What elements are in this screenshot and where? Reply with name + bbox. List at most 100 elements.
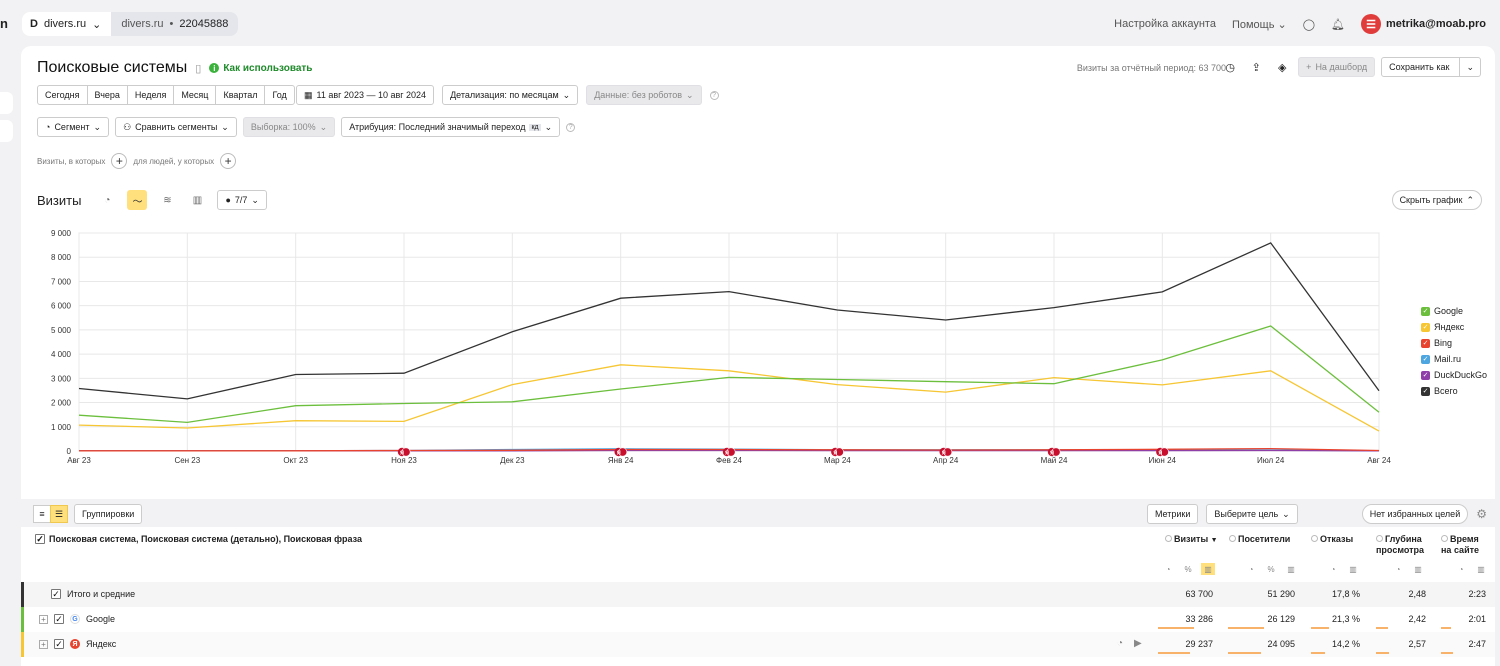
info-icon — [1311, 535, 1318, 542]
table-row-google[interactable]: + ✓ G Google 33 286 26 129 21,3 % 2,42 2:01 — [21, 607, 1495, 632]
legend-item[interactable]: ✓ Google — [1421, 303, 1487, 319]
cell-visitors: 51 290 — [1267, 589, 1295, 599]
pie-icon[interactable]: ◔ — [1326, 563, 1340, 575]
expand-icon[interactable]: + — [39, 639, 48, 649]
tree-view-icon[interactable]: ☰ — [50, 505, 68, 523]
report-panel: Поисковые системы ▯ i Как использовать Ви… — [21, 46, 1495, 666]
y-tick-label: 2 000 — [51, 399, 72, 408]
bar-icon[interactable]: ▥ — [1346, 563, 1360, 575]
y-tick-label: 3 000 — [51, 374, 72, 383]
counter-id-box: divers.ru • 22045888 — [111, 12, 239, 36]
col-visits[interactable]: Визиты ▼ — [1165, 534, 1218, 546]
pie-icon[interactable]: ◔ — [1244, 563, 1258, 575]
row-checkbox[interactable]: ✓ — [54, 614, 64, 624]
legend-item[interactable]: ✓ Яндекс — [1421, 319, 1487, 335]
legend-checkbox[interactable]: ✓ — [1421, 370, 1430, 380]
info-icon — [1441, 535, 1448, 542]
chart-legend: ✓ Google ✓ Яндекс ✓ Bing ✓ Mail.ru ✓ DuckDuckGo ✓ В… — [1421, 303, 1487, 399]
pie-icon[interactable]: ◔ — [1161, 563, 1175, 575]
metrics-button[interactable]: Метрики — [1146, 504, 1199, 524]
col-time-label: Время — [1450, 534, 1479, 544]
help-menu[interactable]: Помощь ⌄ — [1232, 18, 1287, 31]
col-visitors[interactable]: Посетители — [1229, 534, 1290, 545]
row-label-text: Итого и средние — [67, 589, 136, 599]
annotation-label: Я — [617, 451, 621, 457]
visits-share-bar — [1158, 652, 1190, 654]
bar-icon[interactable]: ▥ — [1474, 563, 1488, 575]
visits-view-options: ◔% ▥ — [1161, 563, 1215, 575]
legend-checkbox[interactable]: ✓ — [1421, 338, 1430, 348]
pie-icon[interactable]: ◔ — [1391, 563, 1405, 575]
y-tick-label: 8 000 — [51, 253, 72, 262]
legend-item[interactable]: ✓ Bing — [1421, 335, 1487, 351]
col-depth-label-2: просмотра — [1376, 545, 1425, 555]
visitors-share-bar — [1228, 652, 1261, 654]
legend-item[interactable]: ✓ DuckDuckGo — [1421, 367, 1487, 383]
goal-select[interactable]: Выберите цель ⌄ — [1206, 504, 1298, 524]
row-label: + ✓ G Google — [39, 614, 115, 624]
info-icon — [1165, 535, 1172, 542]
counter-site[interactable]: Ddivers.ru ⌄ — [22, 12, 112, 36]
col-bounce[interactable]: Отказы — [1311, 534, 1353, 545]
info-icon — [1229, 535, 1236, 542]
flat-view-icon[interactable]: ≡ — [33, 505, 51, 523]
play-icon[interactable]: ▶ — [1134, 638, 1142, 649]
cell-visits: 33 286 — [1185, 614, 1213, 624]
info-icon — [1376, 535, 1383, 542]
row-color-stripe — [21, 607, 24, 632]
goal-label: Выберите цель — [1214, 509, 1279, 519]
x-tick-label: Дек 23 — [500, 456, 525, 465]
row-checkbox[interactable]: ✓ — [54, 639, 64, 649]
help-label: Помощь — [1231, 18, 1275, 31]
metrika-logo[interactable]: n — [0, 16, 8, 31]
annotation-label: Я — [1050, 451, 1054, 457]
counter-selector[interactable]: Ddivers.ru ⌄ divers.ru • 22045888 — [22, 12, 239, 36]
app: n Ddivers.ru ⌄ divers.ru • 22045888 Настрой… — [0, 0, 1500, 666]
col-time[interactable]: Время на сайте — [1441, 534, 1479, 556]
legend-label: Всего — [1434, 386, 1458, 396]
x-tick-label: Авг 23 — [67, 456, 91, 465]
pie-icon[interactable]: ◔ — [1454, 563, 1468, 575]
col-depth[interactable]: Глубина просмотра — [1376, 534, 1424, 556]
legend-item[interactable]: ✓ Mail.ru — [1421, 351, 1487, 367]
legend-checkbox[interactable]: ✓ — [1421, 306, 1430, 316]
pie-icon[interactable]: ◔ — [1117, 638, 1123, 649]
col-time-label-2: на сайте — [1441, 545, 1480, 555]
expand-icon[interactable]: + — [39, 614, 48, 624]
bar-icon[interactable]: ▥ — [1284, 563, 1298, 575]
legend-label: Яндекс — [1434, 322, 1465, 332]
cell-visitors: 24 095 — [1267, 639, 1295, 649]
x-tick-label: Ноя 23 — [391, 456, 417, 465]
bar-icon[interactable]: ▥ — [1201, 563, 1215, 575]
legend-item[interactable]: ✓ Всего — [1421, 383, 1487, 399]
cell-visits: 29 237 — [1185, 639, 1213, 649]
cell-bounce: 14,2 % — [1331, 639, 1360, 649]
bar-icon[interactable]: ▥ — [1411, 563, 1425, 575]
percent-icon[interactable]: % — [1181, 563, 1195, 575]
favorites-button[interactable]: Нет избранных целей — [1361, 504, 1469, 524]
legend-checkbox[interactable]: ✓ — [1421, 386, 1430, 396]
avatar: ☰ — [1361, 14, 1382, 34]
table-row-yandex[interactable]: + ✓ Я Яндекс ◔ ▶ 29 237 24 095 14,2 % 2,57 … — [21, 632, 1495, 657]
chat-icon[interactable]: ◯ — [1303, 18, 1315, 31]
table-toolbar-left: ≡ ☰ Группировки — [33, 504, 143, 524]
y-tick-label: 1 000 — [51, 423, 72, 432]
select-all-checkbox[interactable]: ✓ — [35, 534, 45, 544]
depth-bar — [1376, 627, 1388, 629]
row-checkbox[interactable]: ✓ — [51, 589, 61, 599]
table-row-total[interactable]: ✓ Итого и средние 63 700 51 290 17,8 % 2,… — [21, 582, 1495, 607]
percent-icon[interactable]: % — [1264, 563, 1278, 575]
sidebar-toggle-2[interactable] — [0, 120, 13, 142]
account-settings-link[interactable]: Настройка аккаунта — [1114, 18, 1216, 30]
cell-depth: 2,42 — [1408, 614, 1426, 624]
gear-icon[interactable]: ⚙ — [1476, 507, 1487, 521]
bell-icon[interactable]: 🔔︎ — [1331, 18, 1345, 31]
legend-checkbox[interactable]: ✓ — [1421, 354, 1430, 364]
user-menu[interactable]: ☰ metrika@moab.pro — [1361, 14, 1486, 34]
user-email: metrika@moab.pro — [1386, 18, 1486, 30]
visits-line-chart[interactable]: 0 1 000 2 000 3 000 4 000 5 000 6 000 7 000 8 00… — [21, 46, 1495, 486]
depth-view-options: ◔ ▥ — [1391, 563, 1425, 575]
sidebar-toggle[interactable] — [0, 92, 13, 114]
groupings-button[interactable]: Группировки — [74, 504, 143, 524]
legend-checkbox[interactable]: ✓ — [1421, 322, 1430, 332]
